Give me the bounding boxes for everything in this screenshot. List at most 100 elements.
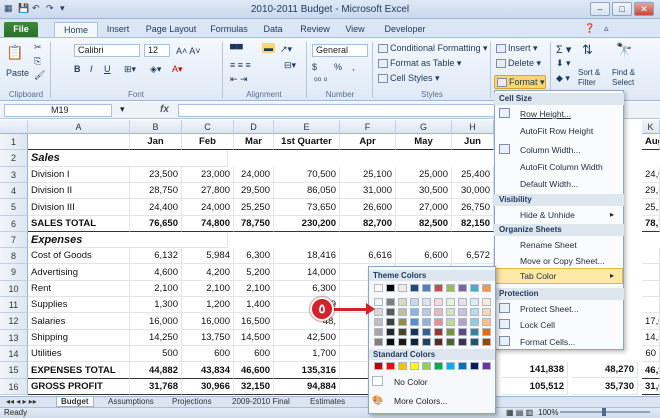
row-label-cell[interactable]: Rent — [28, 281, 130, 297]
filter-label[interactable]: Filter — [578, 78, 596, 87]
row-label-cell[interactable]: Supplies — [28, 297, 130, 313]
tab-review[interactable]: Review — [296, 22, 334, 37]
theme-shade-swatch[interactable] — [410, 298, 419, 306]
theme-shade-swatch[interactable] — [446, 328, 455, 336]
tab-view[interactable]: View — [340, 22, 370, 37]
standard-color-swatch[interactable] — [410, 362, 419, 370]
theme-shade-swatch[interactable] — [422, 338, 431, 346]
row-label-cell[interactable] — [28, 134, 130, 150]
theme-shade-swatch[interactable] — [422, 328, 431, 336]
table-cell[interactable]: Feb — [182, 134, 234, 150]
theme-shade-swatch[interactable] — [446, 318, 455, 326]
table-cell[interactable]: 2,100 — [130, 281, 182, 297]
theme-shade-swatch[interactable] — [434, 338, 443, 346]
table-cell[interactable]: 42,500 — [274, 330, 340, 346]
table-cell[interactable]: 17,0 — [642, 313, 660, 330]
delete-cells-button[interactable]: Delete ▾ — [496, 58, 541, 69]
table-cell[interactable]: 6,572 — [452, 248, 494, 264]
theme-shade-swatch[interactable] — [470, 328, 479, 336]
row-label-cell[interactable]: Utilities — [28, 346, 130, 362]
theme-shade-swatch[interactable] — [458, 298, 467, 306]
table-cell[interactable]: 82,150 — [452, 216, 494, 232]
table-cell[interactable]: 70,500 — [274, 167, 340, 183]
no-color-button[interactable]: No Color — [394, 377, 428, 387]
table-cell[interactable]: 16,500 — [234, 313, 274, 330]
indent-icon[interactable]: ⇤ ⇥ — [230, 74, 248, 85]
column-header-c[interactable]: C — [182, 120, 234, 134]
sheet-nav-icon[interactable]: ◂◂ ◂ ▸ ▸▸ — [2, 397, 41, 407]
table-cell[interactable]: 105,512 — [502, 379, 568, 395]
table-cell[interactable]: 35,730 — [572, 379, 638, 395]
table-cell[interactable]: 32,150 — [234, 379, 274, 395]
theme-shade-swatch[interactable] — [482, 308, 491, 316]
theme-shade-swatch[interactable] — [374, 298, 383, 306]
table-cell[interactable]: 16,000 — [182, 313, 234, 330]
theme-shade-swatch[interactable] — [470, 298, 479, 306]
theme-shade-swatch[interactable] — [398, 308, 407, 316]
sheet-tab-projections[interactable]: Projections — [168, 397, 216, 407]
theme-shade-swatch[interactable] — [398, 318, 407, 326]
theme-shade-swatch[interactable] — [410, 308, 419, 316]
table-cell[interactable] — [642, 248, 660, 264]
table-cell[interactable]: Jun — [452, 134, 494, 150]
table-cell[interactable]: 46,9 — [642, 362, 660, 379]
theme-shade-swatch[interactable] — [422, 308, 431, 316]
table-cell[interactable]: 24,000 — [234, 167, 274, 183]
theme-shade-swatch[interactable] — [434, 308, 443, 316]
row-header-8[interactable]: 8 — [0, 248, 28, 264]
theme-color-swatch[interactable] — [374, 284, 383, 292]
row-header-14[interactable]: 14 — [0, 346, 28, 362]
theme-shade-swatch[interactable] — [458, 308, 467, 316]
table-cell[interactable]: 29,500 — [234, 183, 274, 199]
table-cell[interactable]: 600 — [234, 346, 274, 362]
theme-shade-swatch[interactable] — [422, 298, 431, 306]
table-cell[interactable]: 26,750 — [452, 199, 494, 216]
autosum-icon[interactable]: Σ ▾ — [556, 43, 571, 56]
table-cell[interactable]: 6,600 — [396, 248, 452, 264]
menu-autofit-column[interactable]: AutoFit Column Width — [520, 162, 603, 172]
table-cell[interactable]: 1,200 — [182, 297, 234, 313]
menu-hide-unhide[interactable]: Hide & Unhide — [520, 210, 575, 220]
theme-shade-swatch[interactable] — [374, 338, 383, 346]
theme-color-swatch[interactable] — [446, 284, 455, 292]
find-label[interactable]: Find & — [612, 68, 635, 77]
table-cell[interactable]: 27,800 — [182, 183, 234, 199]
table-cell[interactable]: 73,650 — [274, 199, 340, 216]
maximize-button[interactable]: □ — [612, 2, 632, 16]
cut-icon[interactable]: ✂ — [34, 42, 42, 53]
theme-shade-swatch[interactable] — [374, 318, 383, 326]
standard-color-swatch[interactable] — [422, 362, 431, 370]
table-cell[interactable]: 6,616 — [340, 248, 396, 264]
decimal-icon[interactable]: ⁰⁰ ⁰ — [314, 76, 327, 87]
conditional-formatting-button[interactable]: Conditional Formatting ▾ — [378, 43, 488, 54]
sheet-tab-2009-2010-final[interactable]: 2009-2010 Final — [228, 397, 294, 407]
theme-shade-swatch[interactable] — [458, 318, 467, 326]
theme-shade-swatch[interactable] — [434, 328, 443, 336]
table-cell[interactable]: 1,400 — [234, 297, 274, 313]
table-cell[interactable]: 141,838 — [502, 362, 568, 378]
row-header-15[interactable]: 15 — [0, 362, 28, 379]
formula-input[interactable] — [178, 104, 496, 117]
table-cell[interactable]: 600 — [182, 346, 234, 362]
standard-color-swatch[interactable] — [374, 362, 383, 370]
row-label-cell[interactable]: Division I — [28, 167, 130, 183]
table-cell[interactable]: 2,100 — [182, 281, 234, 297]
row-header-10[interactable]: 10 — [0, 281, 28, 297]
table-cell[interactable]: 23,500 — [130, 167, 182, 183]
row-header-1[interactable]: 1 — [0, 134, 28, 150]
table-cell[interactable]: 14,000 — [274, 264, 340, 281]
theme-shade-swatch[interactable] — [386, 338, 395, 346]
table-cell[interactable]: 48,270 — [572, 362, 638, 378]
theme-shade-swatch[interactable] — [482, 328, 491, 336]
format-as-table-button[interactable]: Format as Table ▾ — [378, 58, 461, 69]
row-header-3[interactable]: 3 — [0, 167, 28, 183]
column-header-h[interactable]: H — [452, 120, 494, 134]
table-cell[interactable]: 14,250 — [130, 330, 182, 346]
table-cell[interactable]: 78,750 — [234, 216, 274, 232]
format-button[interactable]: Format ▾ — [494, 75, 546, 89]
standard-color-swatch[interactable] — [482, 362, 491, 370]
sheet-tab-assumptions[interactable]: Assumptions — [104, 397, 158, 407]
theme-shade-swatch[interactable] — [410, 338, 419, 346]
font-color-icon[interactable]: A▾ — [172, 64, 183, 75]
theme-shade-swatch[interactable] — [398, 338, 407, 346]
